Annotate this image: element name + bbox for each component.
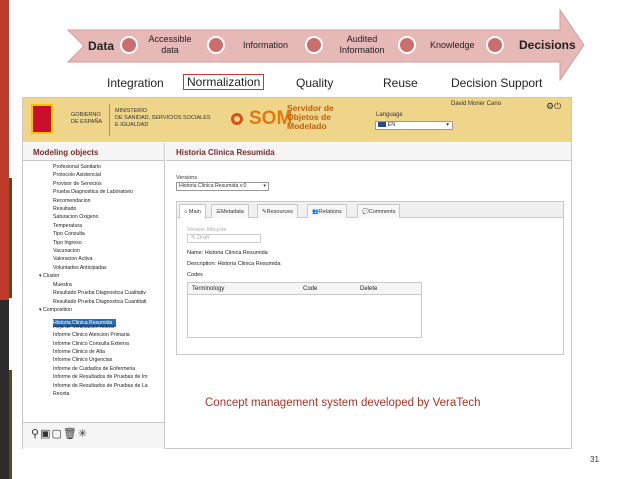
tree-item[interactable]: Temperatura [23,222,164,230]
step-normalization: Normalization [183,74,265,90]
home-icon: ⌂ [184,209,188,215]
som-logo: SOM [249,108,293,129]
coat-of-arms-icon [31,104,53,134]
people-icon: 👥 [312,209,319,215]
column-code: Code [303,286,318,292]
step-quality: Quality [296,76,334,90]
tree-item[interactable]: Profesional Sanitario [23,163,164,171]
tree-item[interactable]: Saturacion Oxigeno [23,213,164,221]
tree-item[interactable]: Prueba Diagnostica de Laboratorio [23,188,164,196]
main-title: Historia Clinica Resumida [166,143,571,161]
column-delete: Delete [360,286,378,292]
star-icon[interactable]: ✳ [78,428,88,440]
tab-bar: ⌂ Main ☰Metadata ✎Resources 👥Relations 💬… [177,202,563,219]
tree-item[interactable]: Recomendacion [23,197,164,205]
tree-item[interactable]: Provisor de Servicios [23,180,164,188]
sidebar-toolbar: ⚲▣▢🗑✳ [23,422,164,448]
tab-resources[interactable]: ✎Resources [257,204,298,218]
stage-dot [305,36,323,54]
stage-dot [486,36,504,54]
description-field: Description: Historia Clinica Resumida [187,261,281,267]
government-label: GOBIERNO DE ESPAÑA [71,112,103,125]
column-terminology: Terminology [192,286,225,292]
stage-dot [207,36,225,54]
app-header: GOBIERNO DE ESPAÑA MINISTERIO DE SANIDAD, … [23,98,571,142]
flag-icon [378,122,386,128]
tree-item[interactable]: Resultado Prueba Diagnostica Cualitativ [23,289,164,297]
caption: Concept management system developed by V… [205,397,481,409]
new-file-icon[interactable]: ▢ [51,428,62,440]
stage-data: Data [88,39,115,53]
versions-select[interactable]: Historia Clinica Resumida v.0 ▾ [176,182,269,191]
codes-table-header: Terminology Code Delete [188,283,421,295]
step-decision-support: Decision Support [451,76,543,90]
user-settings-icon[interactable]: ⚙ [546,101,554,111]
lifecycle-label: Version lifecycle [187,227,227,233]
sidebar: Modeling objects Profesional Sanitario P… [23,143,165,449]
tree-item[interactable]: Tipo Consulta [23,230,164,238]
tree-group-composition[interactable]: ▾ Composition [23,306,164,314]
tree-item[interactable]: Protocolo Asistencial [23,171,164,179]
lifecycle-select[interactable]: ✎ Draft [187,234,261,243]
tree-item[interactable]: Muestra [23,281,164,289]
tree-item[interactable]: Informe de Resultados de Pruebas de La [23,382,164,390]
stage-accessible-data: Accessible data [148,34,192,55]
tree-item[interactable]: Vacunacion [23,247,164,255]
pipeline-diagram: Data Accessible data Information Audited I… [0,0,638,100]
document-icon[interactable]: ▣ [40,428,51,440]
user-name: David Moner Cano [451,101,502,107]
tree-item[interactable]: Informe de Resultados de Pruebas de Im [23,373,164,381]
chevron-down-icon: ▾ [263,183,266,189]
power-icon[interactable]: ⏻ [554,101,561,111]
left-accent-stripe-lower [9,370,12,479]
header-divider [109,104,110,136]
left-dark-bar [0,300,9,479]
left-accent-stripe [9,178,12,298]
stage-dot [398,36,416,54]
language-label: Language [376,112,403,118]
stage-audited-information: Audited Information [339,34,385,55]
tab-main[interactable]: ⌂ Main [179,204,206,219]
tree-item[interactable]: Informe Clinico Atencion Primaria [23,331,164,339]
tree-item[interactable]: Resultado [23,205,164,213]
ministry-label: MINISTERIO DE SANIDAD, SERVICIOS SOCIALES… [115,108,211,128]
versions-label: Versions [176,175,198,181]
stage-decisions: Decisions [519,38,576,52]
step-reuse: Reuse [383,76,418,90]
model-tree: Profesional Sanitario Protocolo Asistenc… [23,161,164,398]
som-logo-icon [231,113,243,125]
tree-item[interactable]: Receta [23,390,164,398]
sidebar-title: Modeling objects [23,143,164,161]
tree-item[interactable]: Hoja de Medicacion Activa [23,323,164,331]
comment-icon: 💬 [362,209,369,215]
tab-panel: ⌂ Main ☰Metadata ✎Resources 👥Relations 💬… [176,201,564,355]
som-logo-subtitle: Servidor de Objetos de Modelado [287,103,334,131]
trash-icon[interactable]: 🗑 [63,428,78,440]
tree-group-cluster[interactable]: ▾ Cluster [23,272,164,280]
tree-item[interactable]: Informe Clinico de Alta [23,348,164,356]
search-icon[interactable]: ⚲ [31,428,40,440]
tab-metadata[interactable]: ☰Metadata [211,204,249,218]
language-select[interactable]: EN ▾ [375,121,453,130]
codes-label: Codes [187,272,203,278]
tree-item[interactable]: Informe Clinico Urgencias [23,356,164,364]
tree-item[interactable]: Informe de Cuidados de Enfermeria [23,365,164,373]
tree-item[interactable]: Voluntades Anticipadas [23,264,164,272]
tab-relations[interactable]: 👥Relations [307,204,347,218]
tree-item[interactable]: Valoracion Activa [23,255,164,263]
tree-item[interactable]: Resultado Prueba Diagnostica Cuantitati [23,298,164,306]
tree-item[interactable]: Tipo Ingreso [23,239,164,247]
tree-item[interactable]: Informe Clinico Consulta Externa [23,340,164,348]
stage-knowledge: Knowledge [430,40,475,50]
codes-table: Terminology Code Delete [187,282,422,338]
chevron-down-icon: ▾ [446,122,449,128]
name-field: Name: Historia Clinica Resumida [187,250,268,256]
stage-dot [120,36,138,54]
step-integration: Integration [107,76,164,90]
stage-information: Information [243,40,289,50]
page-number: 31 [590,455,599,464]
tab-comments[interactable]: 💬Comments [357,204,401,218]
